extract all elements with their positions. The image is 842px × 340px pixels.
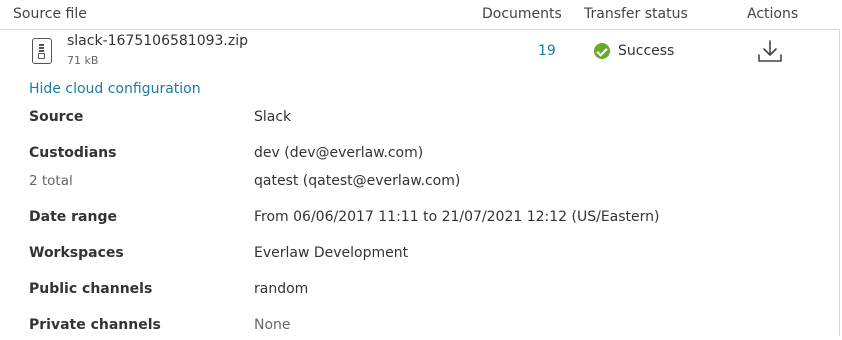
check-circle-icon	[594, 43, 610, 59]
column-header-documents: Documents	[482, 6, 562, 22]
custodian-2: qatest (qatest@everlaw.com)	[254, 173, 461, 189]
documents-count-link[interactable]: 19	[538, 43, 556, 59]
workspaces-value: Everlaw Development	[254, 245, 409, 261]
hide-cloud-configuration-link[interactable]: Hide cloud configuration	[29, 81, 201, 97]
source-value: Slack	[254, 109, 292, 125]
date-range-value: From 06/06/2017 11:11 to 21/07/2021 12:1…	[254, 209, 660, 225]
private-channels-value: None	[254, 317, 291, 333]
source-label: Source	[29, 109, 84, 125]
custodians-total: 2 total	[29, 173, 73, 189]
column-header-actions: Actions	[747, 6, 799, 22]
custodians-label: Custodians	[29, 145, 117, 161]
public-channels-value: random	[254, 281, 309, 297]
transfer-status-text: Success	[618, 43, 675, 59]
column-header-source-file: Source file	[13, 6, 87, 22]
download-icon[interactable]	[757, 38, 783, 64]
zip-file-icon	[32, 38, 52, 64]
workspaces-label: Workspaces	[29, 245, 124, 261]
column-header-transfer-status: Transfer status	[584, 6, 688, 22]
file-name: slack-1675106581093.zip	[67, 33, 248, 49]
date-range-label: Date range	[29, 209, 117, 225]
header-divider	[0, 29, 840, 30]
private-channels-label: Private channels	[29, 317, 161, 333]
table-right-border	[839, 30, 840, 336]
public-channels-label: Public channels	[29, 281, 153, 297]
file-size: 71 kB	[67, 54, 99, 67]
custodian-1: dev (dev@everlaw.com)	[254, 145, 424, 161]
